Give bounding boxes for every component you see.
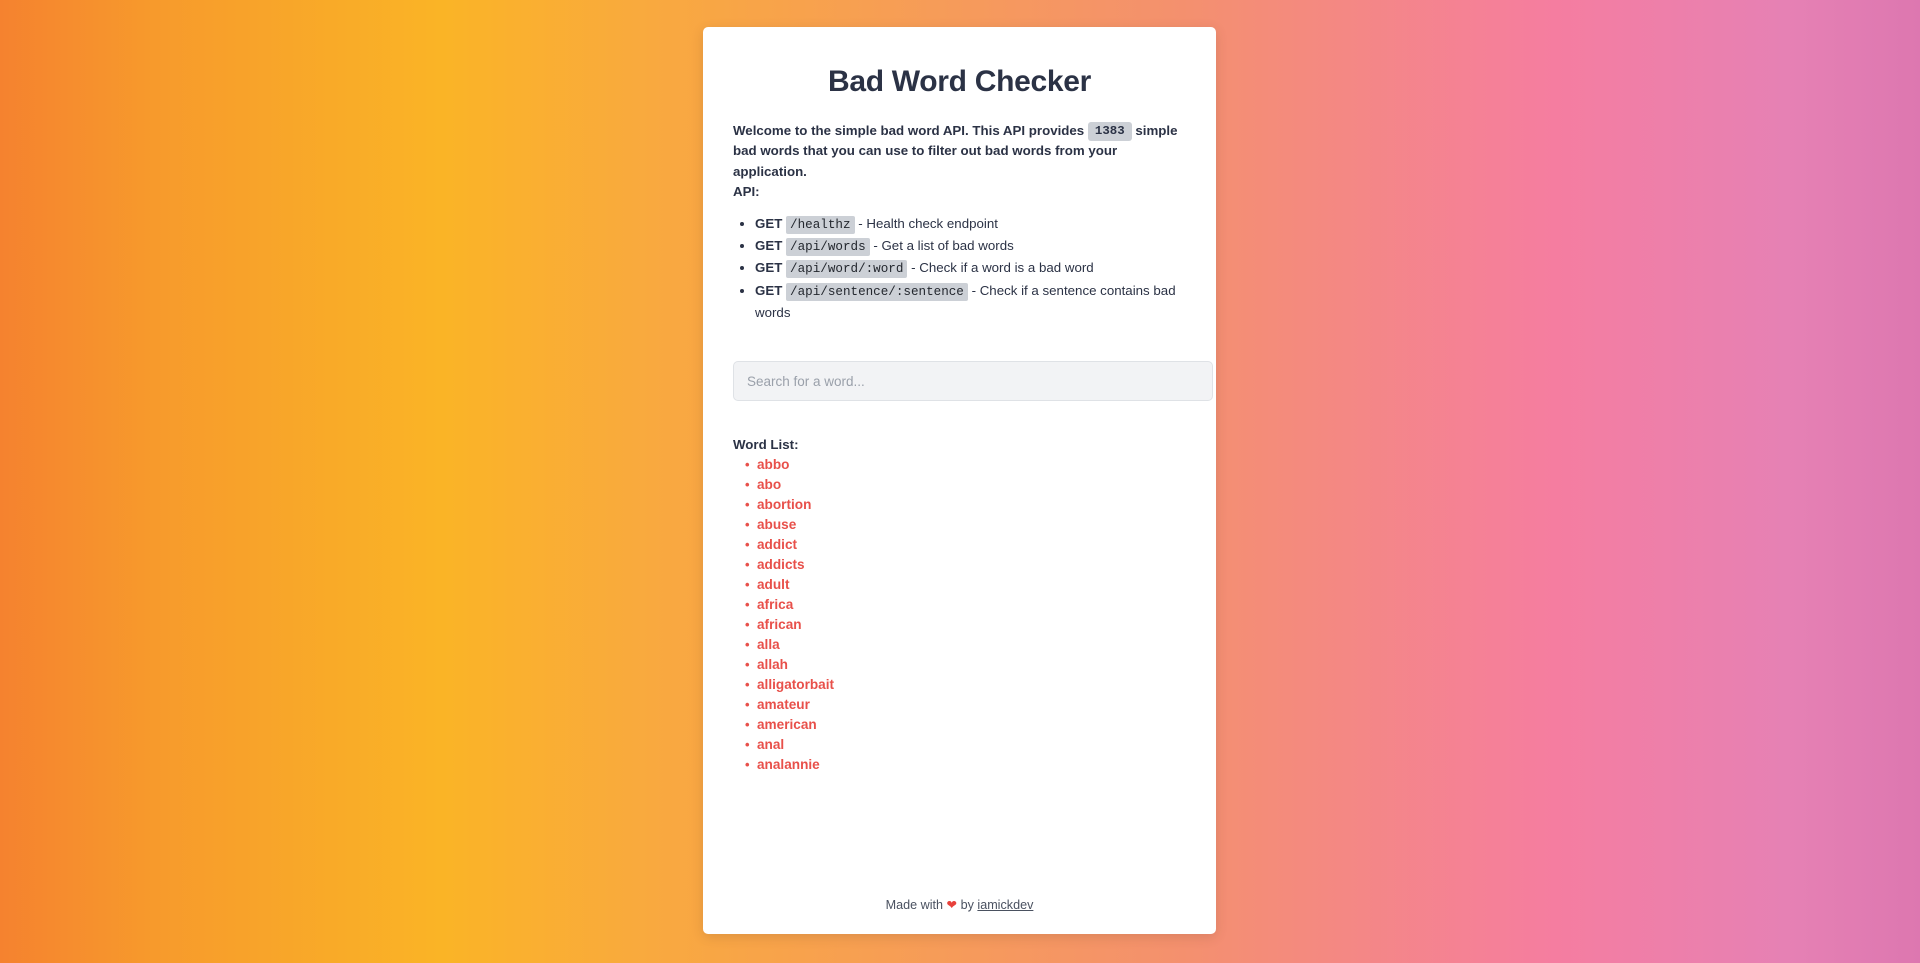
heart-icon: ❤ <box>946 898 958 912</box>
footer: Made with ❤ by iamickdev <box>703 897 1216 912</box>
endpoint-list: GET /healthz - Health check endpoint GET… <box>733 214 1186 323</box>
word-list-item: adult <box>745 575 1186 595</box>
word-list-item: alla <box>745 635 1186 655</box>
word-list-item: allah <box>745 655 1186 675</box>
word-count-badge: 1383 <box>1087 122 1132 141</box>
endpoint-description: - Check if a word is a bad word <box>911 260 1094 276</box>
api-section-label: API: <box>733 183 760 199</box>
endpoint-path: /healthz <box>786 215 855 234</box>
footer-made-with-text: Made with <box>885 898 944 912</box>
endpoint-item: GET /api/words - Get a list of bad words <box>755 236 1186 258</box>
endpoint-path: /api/words <box>786 238 870 257</box>
word-list-item: amateur <box>745 695 1186 715</box>
word-list-item: abbo <box>745 455 1186 475</box>
intro-text-before: Welcome to the simple bad word API. This… <box>733 123 1085 138</box>
page-root: Bad Word Checker Welcome to the simple b… <box>0 0 1920 963</box>
http-method: GET <box>755 215 783 231</box>
word-list: abbo abo abortion abuse addict addicts a… <box>733 455 1186 775</box>
word-list-item: abortion <box>745 495 1186 515</box>
word-list-item: addicts <box>745 555 1186 575</box>
search-section <box>733 361 1213 402</box>
search-input[interactable] <box>733 361 1213 402</box>
endpoint-path: /api/word/:word <box>786 260 908 279</box>
page-title: Bad Word Checker <box>827 65 1092 98</box>
footer-by-text: by <box>960 898 974 912</box>
endpoint-item: GET /healthz - Health check endpoint <box>755 214 1186 236</box>
endpoint-description: - Health check endpoint <box>858 215 998 231</box>
word-list-item: addict <box>745 535 1186 555</box>
main-card: Bad Word Checker Welcome to the simple b… <box>703 27 1216 934</box>
http-method: GET <box>755 282 783 298</box>
word-list-item: abo <box>745 475 1186 495</box>
word-list-item: africa <box>745 595 1186 615</box>
word-list-item: abuse <box>745 515 1186 535</box>
http-method: GET <box>755 238 783 254</box>
endpoint-item: GET /api/sentence/:sentence - Check if a… <box>755 281 1186 324</box>
http-method: GET <box>755 260 783 276</box>
author-link[interactable]: iamickdev <box>977 898 1033 912</box>
word-list-item: african <box>745 615 1186 635</box>
word-list-item: alligatorbait <box>745 675 1186 695</box>
word-list-label: Word List: <box>733 437 799 453</box>
word-list-item: analannie <box>745 755 1186 775</box>
endpoint-item: GET /api/word/:word - Check if a word is… <box>755 258 1186 280</box>
word-list-item: anal <box>745 735 1186 755</box>
intro-paragraph: Welcome to the simple bad word API. This… <box>733 121 1186 182</box>
endpoint-path: /api/sentence/:sentence <box>786 282 968 301</box>
word-list-item: american <box>745 715 1186 735</box>
endpoint-description: - Get a list of bad words <box>873 238 1014 254</box>
